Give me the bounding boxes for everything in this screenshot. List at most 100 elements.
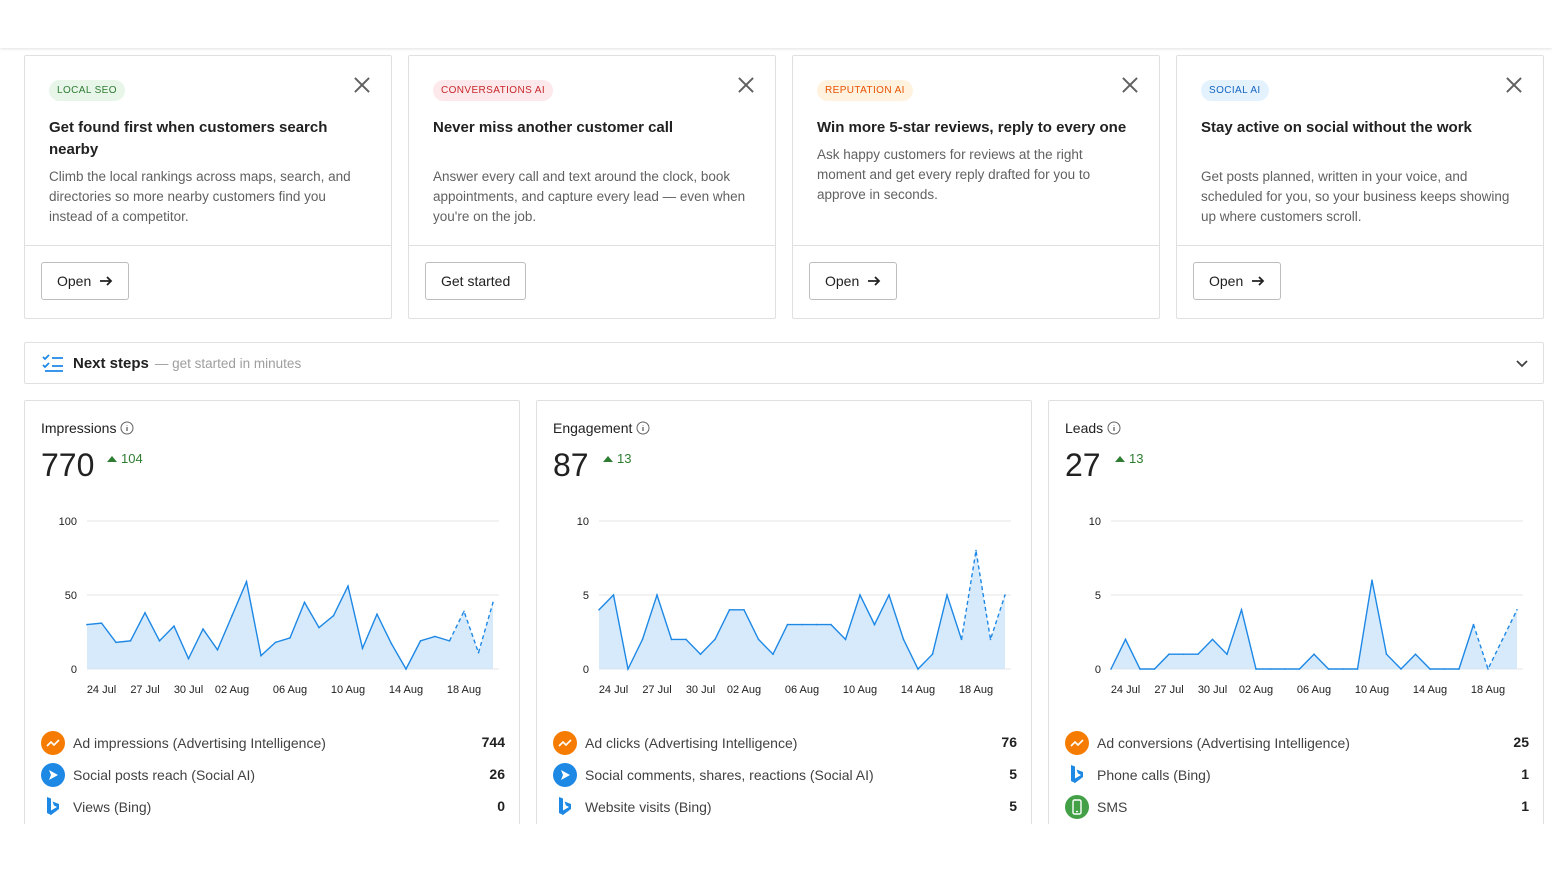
- metric-cards: Impressions 770 104 0 50 100 24 Jul 27 Jul 30…: [24, 400, 1544, 873]
- promo-badge: CONVERSATIONS AI: [433, 80, 554, 101]
- next-steps-panel[interactable]: Next steps — get started in minutes: [24, 342, 1544, 384]
- engagement-chart: 0 5 10 24 Jul 27 Jul 30 Jul 02 Aug 06 Aug 10 Aug…: [577, 516, 1011, 696]
- y-tick-label: 50: [65, 590, 77, 602]
- data-point: [786, 623, 789, 626]
- area-fill: [1111, 580, 1517, 669]
- y-tick-label: 0: [71, 664, 77, 676]
- data-point: [1516, 609, 1518, 611]
- metric-value: 87: [553, 447, 589, 483]
- close-icon[interactable]: [1121, 76, 1139, 94]
- up-triangle-icon: [603, 455, 613, 462]
- arrow-right-icon: [868, 276, 881, 286]
- x-tick-label: 14 Aug: [901, 684, 935, 696]
- data-point: [598, 609, 600, 611]
- data-point: [699, 653, 702, 655]
- data-point: [318, 626, 320, 629]
- promo-card-social-ai: SOCIAL AI Stay active on social without …: [1176, 55, 1544, 319]
- get-started-button[interactable]: Get started: [425, 262, 527, 300]
- data-point: [1443, 668, 1446, 670]
- x-tick-label: 02 Aug: [727, 684, 761, 696]
- data-point: [612, 594, 615, 596]
- data-point: [757, 638, 760, 641]
- data-point: [390, 643, 393, 645]
- x-tick-label: 18 Aug: [447, 684, 481, 696]
- open-button[interactable]: Open: [809, 262, 898, 300]
- data-point: [627, 668, 629, 670]
- data-point: [260, 654, 262, 657]
- data-point: [960, 638, 963, 641]
- x-tick-label: 02 Aug: [1239, 684, 1273, 696]
- promo-card-conversations-ai: CONVERSATIONS AI Never miss another cust…: [408, 55, 776, 319]
- open-button[interactable]: Open: [41, 262, 130, 300]
- data-point: [1487, 668, 1489, 670]
- data-point: [115, 641, 117, 644]
- data-point: [685, 638, 687, 641]
- data-point: [1197, 653, 1199, 655]
- info-icon[interactable]: [120, 421, 134, 435]
- metric-card-impressions: Impressions 770 104 0 50 100 24 Jul 27 Jul 30…: [24, 400, 520, 824]
- close-icon[interactable]: [353, 76, 371, 94]
- trend-icon: [553, 731, 577, 755]
- open-button[interactable]: Open: [1193, 262, 1282, 300]
- data-point: [361, 647, 364, 650]
- data-point: [1182, 653, 1185, 655]
- data-point: [917, 668, 919, 670]
- promo-title: Get found first when customers search ne…: [49, 119, 328, 158]
- data-point: [1414, 653, 1417, 655]
- x-tick-label: 14 Aug: [389, 684, 423, 696]
- data-point: [100, 622, 103, 624]
- x-tick-label: 14 Aug: [1413, 684, 1447, 696]
- x-tick-label: 06 Aug: [785, 684, 819, 696]
- data-point: [888, 594, 890, 596]
- y-tick-label: 10: [1089, 516, 1101, 528]
- bing-icon: [41, 795, 65, 819]
- data-point: [129, 640, 132, 642]
- close-icon[interactable]: [1505, 76, 1523, 94]
- x-tick-label: 24 Jul: [87, 684, 116, 696]
- metric-delta: 13: [1115, 451, 1143, 466]
- y-tick-label: 0: [583, 664, 589, 676]
- arrow-right-icon: [1252, 276, 1265, 286]
- info-icon[interactable]: [1107, 421, 1121, 435]
- promo-badge: LOCAL SEO: [49, 80, 125, 101]
- data-point: [1255, 668, 1257, 670]
- legend-row: Ad conversions (Advertising Intelligence…: [1065, 727, 1529, 759]
- up-triangle-icon: [107, 455, 117, 462]
- close-icon[interactable]: [737, 76, 755, 94]
- send-icon: [41, 763, 65, 787]
- data-point: [492, 601, 494, 604]
- data-point: [728, 609, 731, 611]
- legend-row: Ad clicks (Advertising Intelligence) 76: [553, 727, 1017, 759]
- data-point: [641, 638, 644, 641]
- data-point: [463, 610, 465, 613]
- data-point: [86, 623, 88, 626]
- data-point: [1342, 668, 1344, 670]
- data-point: [801, 623, 803, 626]
- promo-card-local-seo: LOCAL SEO Get found first when customers…: [24, 55, 392, 319]
- data-point: [347, 585, 349, 587]
- x-tick-label: 06 Aug: [273, 684, 307, 696]
- y-tick-label: 5: [1095, 590, 1101, 602]
- info-icon[interactable]: [636, 421, 650, 435]
- x-tick-label: 10 Aug: [331, 684, 365, 696]
- metric-title: Leads: [1065, 420, 1104, 436]
- data-point: [245, 580, 248, 583]
- data-point: [1168, 653, 1170, 655]
- leads-chart: 0 5 10 24 Jul 27 Jul 30 Jul 02 Aug 06 Aug 10 Aug…: [1089, 516, 1523, 696]
- metric-delta: 13: [603, 451, 631, 466]
- legend-row: Website visits (Bing) 5: [553, 791, 1017, 823]
- promo-badge: SOCIAL AI: [1201, 80, 1269, 101]
- chevron-down-icon[interactable]: [1515, 356, 1529, 370]
- promo-title: Win more 5-star reviews, reply to every …: [817, 119, 1127, 136]
- x-tick-label: 06 Aug: [1297, 684, 1331, 696]
- data-point: [743, 609, 745, 611]
- data-point: [1356, 668, 1359, 670]
- arrow-right-icon: [100, 276, 113, 286]
- area-fill: [599, 550, 1005, 669]
- metric-legend: Ad impressions (Advertising Intelligence…: [41, 727, 505, 823]
- data-point: [405, 668, 407, 670]
- data-point: [1269, 668, 1272, 670]
- data-point: [477, 651, 480, 654]
- next-steps-subtitle: — get started in minutes: [154, 355, 302, 371]
- legend-row: Social comments, shares, reactions (Soci…: [553, 759, 1017, 791]
